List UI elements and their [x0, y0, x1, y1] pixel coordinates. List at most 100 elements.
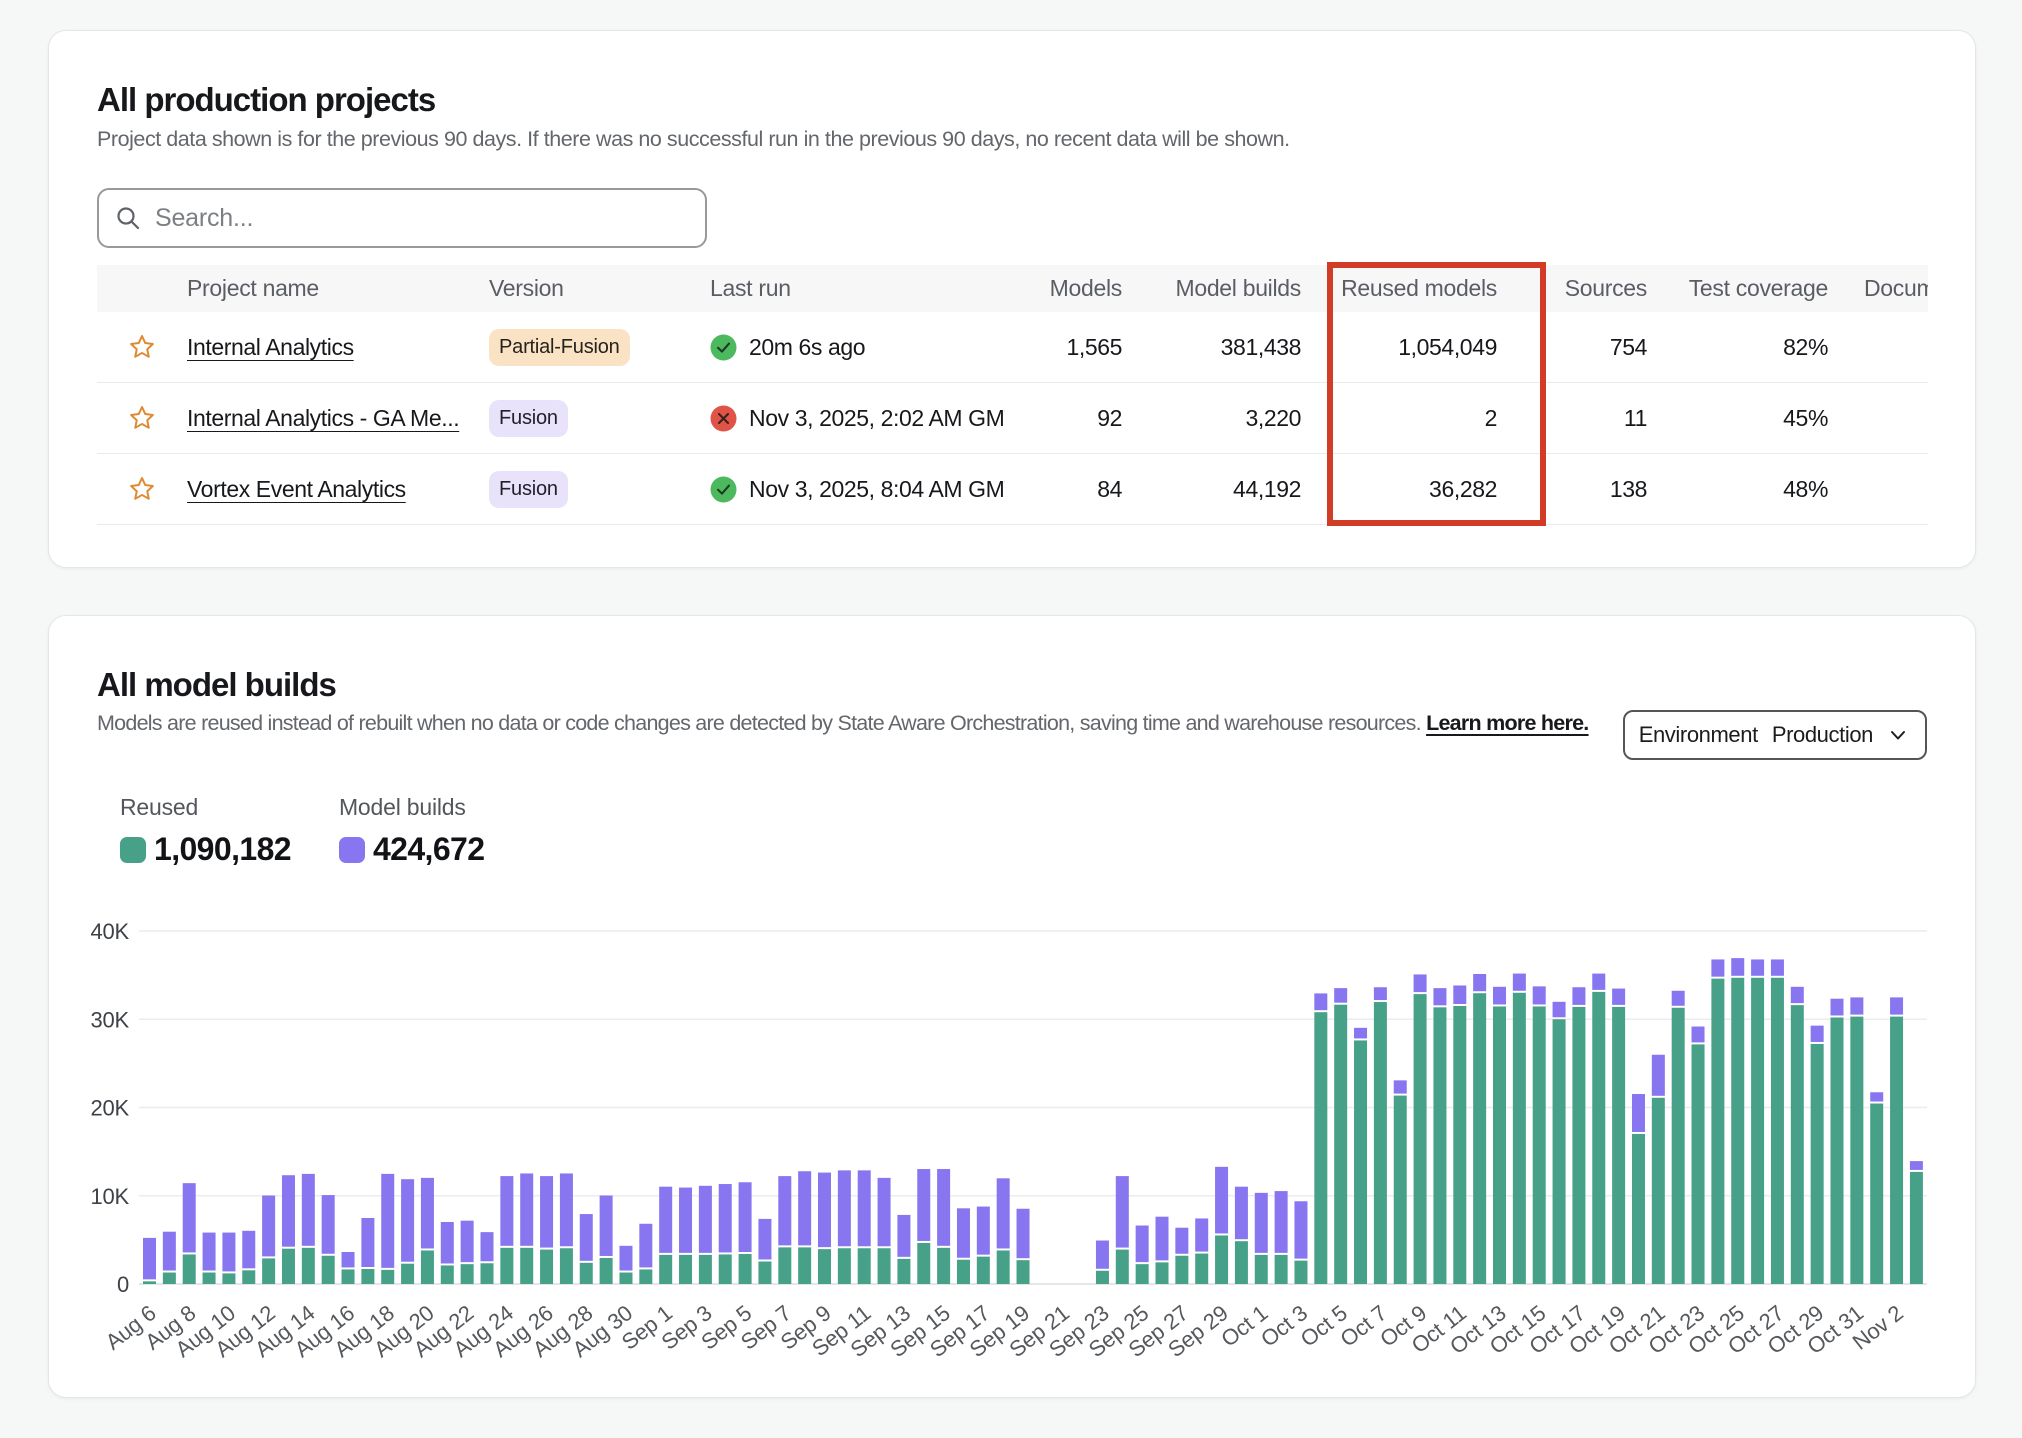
- bar-reused-Sep 23[interactable]: [1096, 1271, 1109, 1284]
- bar-reused-Aug 24[interactable]: [500, 1248, 513, 1284]
- bar-reused-Oct 13[interactable]: [1493, 1006, 1506, 1284]
- bar-builds-Oct 12[interactable]: [1473, 974, 1486, 991]
- bar-reused-Oct 21[interactable]: [1652, 1098, 1665, 1284]
- project-name-link[interactable]: Internal Analytics: [187, 334, 354, 360]
- bar-reused-Sep 2[interactable]: [679, 1255, 692, 1284]
- bar-reused-Sep 16[interactable]: [957, 1260, 970, 1284]
- bar-builds-Sep 25[interactable]: [1136, 1226, 1149, 1263]
- bar-reused-Sep 5[interactable]: [739, 1254, 752, 1284]
- bar-reused-Oct 30[interactable]: [1831, 1017, 1844, 1284]
- bar-builds-Aug 7[interactable]: [163, 1232, 176, 1271]
- bar-reused-Oct 18[interactable]: [1592, 992, 1605, 1284]
- bar-builds-Oct 8[interactable]: [1394, 1080, 1407, 1093]
- column-header-reused_models[interactable]: Reused models: [1301, 275, 1497, 302]
- bar-reused-Oct 15[interactable]: [1533, 1006, 1546, 1284]
- bar-builds-Sep 26[interactable]: [1156, 1217, 1169, 1261]
- bar-builds-Nov 1[interactable]: [1870, 1092, 1883, 1101]
- bar-reused-Aug 6[interactable]: [143, 1281, 156, 1284]
- bar-reused-Sep 19[interactable]: [1017, 1260, 1030, 1284]
- bar-reused-Oct 28[interactable]: [1791, 1005, 1804, 1284]
- bar-builds-Sep 28[interactable]: [1195, 1218, 1208, 1251]
- bar-builds-Aug 28[interactable]: [580, 1214, 593, 1261]
- bar-reused-Aug 25[interactable]: [520, 1248, 533, 1284]
- bar-builds-Aug 24[interactable]: [500, 1176, 513, 1246]
- column-header-doc_coverage[interactable]: Documentation coverage: [1828, 275, 1928, 302]
- bar-reused-Aug 23[interactable]: [481, 1263, 494, 1284]
- bar-builds-Aug 23[interactable]: [481, 1232, 494, 1261]
- bar-reused-Oct 2[interactable]: [1275, 1255, 1288, 1284]
- bar-reused-Sep 4[interactable]: [719, 1254, 732, 1284]
- bar-builds-Oct 28[interactable]: [1791, 987, 1804, 1003]
- bar-builds-Aug 31[interactable]: [639, 1224, 652, 1268]
- bar-builds-Oct 26[interactable]: [1751, 959, 1764, 975]
- star-icon[interactable]: [128, 333, 156, 361]
- bar-builds-Aug 20[interactable]: [421, 1178, 434, 1249]
- bar-reused-Oct 26[interactable]: [1751, 978, 1764, 1284]
- bar-builds-Aug 10[interactable]: [222, 1233, 235, 1272]
- bar-reused-Aug 9[interactable]: [203, 1273, 216, 1284]
- project-name-link[interactable]: Internal Analytics - GA Me...: [187, 405, 459, 431]
- bar-reused-Aug 15[interactable]: [322, 1256, 335, 1284]
- bar-builds-Sep 14[interactable]: [917, 1169, 930, 1241]
- bar-reused-Oct 23[interactable]: [1692, 1044, 1705, 1284]
- bar-reused-Oct 16[interactable]: [1553, 1019, 1566, 1284]
- bar-builds-Aug 9[interactable]: [203, 1233, 216, 1271]
- bar-builds-Aug 27[interactable]: [560, 1173, 573, 1246]
- bar-reused-Sep 30[interactable]: [1235, 1241, 1248, 1284]
- bar-reused-Oct 4[interactable]: [1314, 1012, 1327, 1284]
- bar-builds-Oct 6[interactable]: [1354, 1028, 1367, 1039]
- bar-reused-Oct 17[interactable]: [1572, 1007, 1585, 1284]
- bar-reused-Aug 30[interactable]: [619, 1273, 632, 1284]
- bar-reused-Oct 9[interactable]: [1414, 994, 1427, 1284]
- bar-builds-Aug 8[interactable]: [183, 1183, 196, 1252]
- bar-builds-Oct 14[interactable]: [1513, 974, 1526, 991]
- bar-reused-Oct 6[interactable]: [1354, 1040, 1367, 1284]
- bar-builds-Sep 18[interactable]: [997, 1178, 1010, 1248]
- bar-builds-Oct 30[interactable]: [1831, 999, 1844, 1016]
- bar-reused-Sep 29[interactable]: [1215, 1235, 1228, 1284]
- bar-reused-Sep 26[interactable]: [1156, 1262, 1169, 1284]
- bar-builds-Oct 15[interactable]: [1533, 986, 1546, 1004]
- bar-builds-Oct 13[interactable]: [1493, 987, 1506, 1005]
- bar-reused-Aug 11[interactable]: [242, 1270, 255, 1284]
- bar-builds-Aug 19[interactable]: [401, 1179, 414, 1262]
- bar-reused-Aug 16[interactable]: [342, 1269, 355, 1284]
- bar-reused-Oct 20[interactable]: [1632, 1134, 1645, 1284]
- bar-builds-Sep 1[interactable]: [659, 1187, 672, 1253]
- bar-builds-Sep 2[interactable]: [679, 1188, 692, 1253]
- bar-builds-Sep 23[interactable]: [1096, 1241, 1109, 1269]
- bar-reused-Aug 14[interactable]: [302, 1248, 315, 1284]
- bar-builds-Oct 10[interactable]: [1433, 988, 1446, 1005]
- bar-builds-Sep 24[interactable]: [1116, 1176, 1129, 1247]
- bar-reused-Sep 14[interactable]: [917, 1243, 930, 1284]
- bar-builds-Aug 14[interactable]: [302, 1174, 315, 1246]
- bar-reused-Oct 29[interactable]: [1811, 1044, 1824, 1284]
- bar-builds-Sep 12[interactable]: [878, 1178, 891, 1246]
- bar-builds-Oct 23[interactable]: [1692, 1027, 1705, 1043]
- bar-builds-Oct 3[interactable]: [1294, 1201, 1307, 1258]
- bar-builds-Sep 3[interactable]: [699, 1186, 712, 1253]
- bar-builds-Aug 21[interactable]: [441, 1222, 454, 1263]
- bar-builds-Aug 18[interactable]: [381, 1174, 394, 1268]
- bar-builds-Aug 29[interactable]: [600, 1196, 613, 1256]
- bar-reused-Aug 19[interactable]: [401, 1264, 414, 1284]
- bar-reused-Aug 12[interactable]: [262, 1258, 275, 1284]
- bar-reused-Oct 31[interactable]: [1850, 1017, 1863, 1284]
- bar-builds-Oct 9[interactable]: [1414, 974, 1427, 992]
- bar-builds-Sep 9[interactable]: [818, 1173, 831, 1248]
- column-header-version[interactable]: Version: [489, 275, 710, 302]
- bar-builds-Nov 2[interactable]: [1890, 997, 1903, 1014]
- bar-reused-Aug 31[interactable]: [639, 1269, 652, 1284]
- bar-reused-Sep 1[interactable]: [659, 1255, 672, 1284]
- bar-builds-Aug 22[interactable]: [461, 1221, 474, 1262]
- bar-reused-Sep 27[interactable]: [1175, 1256, 1188, 1284]
- bar-builds-Sep 7[interactable]: [778, 1176, 791, 1245]
- bar-reused-Aug 29[interactable]: [600, 1258, 613, 1284]
- bar-builds-Sep 30[interactable]: [1235, 1187, 1248, 1240]
- bar-builds-Aug 6[interactable]: [143, 1238, 156, 1279]
- bar-reused-Nov 1[interactable]: [1870, 1104, 1883, 1284]
- bar-builds-Oct 4[interactable]: [1314, 993, 1327, 1010]
- bar-reused-Sep 8[interactable]: [798, 1247, 811, 1284]
- bar-reused-Oct 3[interactable]: [1294, 1261, 1307, 1284]
- bar-reused-Sep 12[interactable]: [878, 1248, 891, 1284]
